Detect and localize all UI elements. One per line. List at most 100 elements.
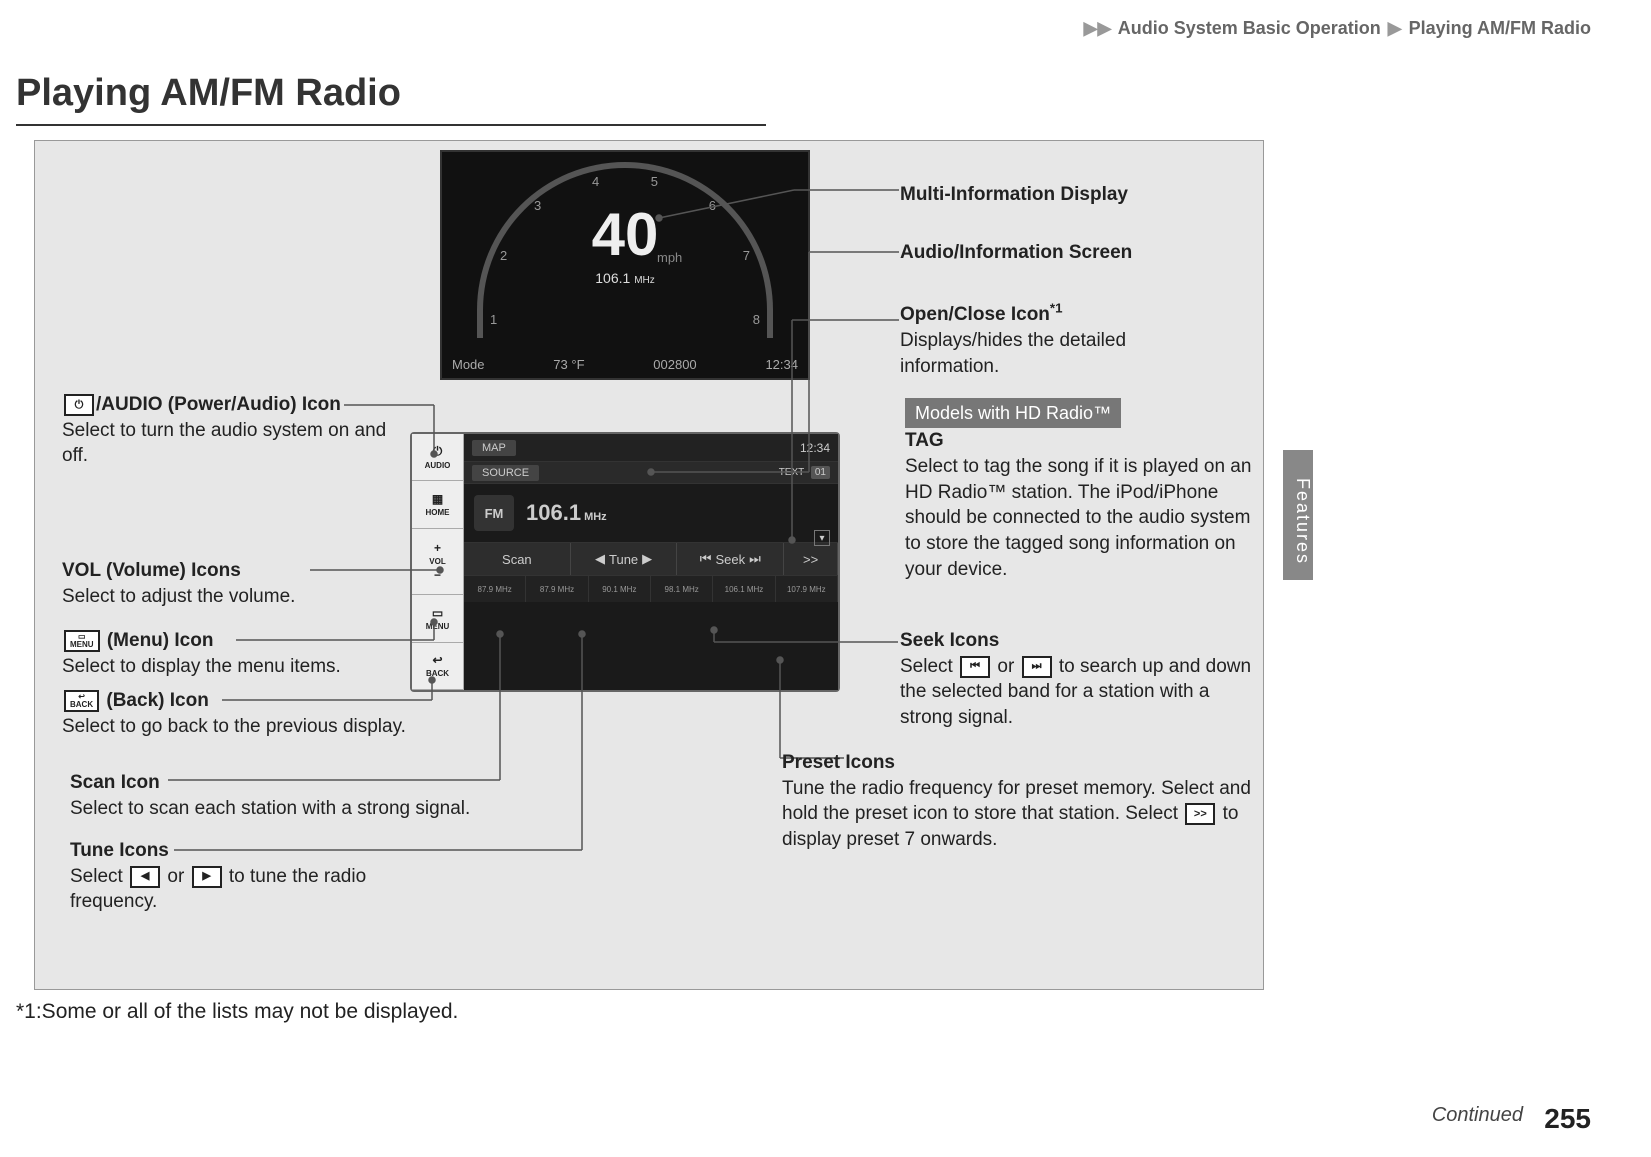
seek-next-icon-inline: ⏭ bbox=[1022, 656, 1052, 678]
gauge-tick: 5 bbox=[651, 174, 658, 189]
ais-label: Audio/Information Screen bbox=[900, 242, 1132, 263]
home-button[interactable]: ▦ HOME bbox=[412, 481, 463, 528]
callout-tag: Models with HD Radio™ TAG Select to tag … bbox=[905, 398, 1265, 582]
callout-mid-label: Multi-Information Display bbox=[900, 182, 1128, 208]
breadcrumb-sep2-icon: ▶ bbox=[1388, 18, 1402, 38]
back-button[interactable]: ↩ BACK bbox=[412, 643, 463, 690]
title-rule bbox=[16, 124, 766, 126]
seek-body-b: or bbox=[997, 656, 1019, 677]
open-close-sup: *1 bbox=[1050, 301, 1063, 316]
tune-prev-icon: ◀ bbox=[595, 551, 605, 567]
power-audio-button[interactable]: ⏻ AUDIO bbox=[412, 434, 463, 481]
preset-button[interactable]: 98.1 MHz bbox=[651, 576, 713, 602]
seek-prev-icon: ⏮ bbox=[700, 551, 712, 567]
power-icon: ⏻ bbox=[433, 444, 443, 459]
minus-icon: − bbox=[434, 568, 441, 582]
callout-seek: Seek Icons Select ⏮ or ⏭ to search up an… bbox=[900, 628, 1260, 731]
breadcrumb: ▶▶ Audio System Basic Operation ▶ Playin… bbox=[1082, 18, 1591, 39]
gauge-tick: 1 bbox=[490, 312, 497, 327]
preset-button[interactable]: 87.9 MHz bbox=[464, 576, 526, 602]
ais-touchscreen: MAP 12:34 SOURCE TEXT 01 FM 106.1MHz ▾ S… bbox=[464, 434, 838, 690]
multi-information-display: 1 2 3 4 5 6 7 8 40 mph 106.1 MHz Mode 73… bbox=[440, 150, 810, 380]
seek-title: Seek Icons bbox=[900, 630, 999, 651]
callout-menu: ▭MENU (Menu) Icon Select to display the … bbox=[62, 628, 402, 679]
preset-row: 87.9 MHz 87.9 MHz 90.1 MHz 98.1 MHz 106.… bbox=[464, 576, 838, 602]
tag-title: TAG bbox=[905, 430, 944, 451]
seek-next-icon: ⏭ bbox=[749, 551, 761, 567]
footnote: *1:Some or all of the lists may not be d… bbox=[16, 1000, 458, 1024]
back-icon-inline: ↩BACK bbox=[64, 690, 99, 712]
callout-back: ↩BACK (Back) Icon Select to go back to t… bbox=[62, 688, 462, 739]
audio-info-screen: ⏻ AUDIO ▦ HOME + VOL − ▭ MENU ↩ BACK MAP… bbox=[410, 432, 840, 692]
power-audio-title: /AUDIO (Power/Audio) Icon bbox=[96, 394, 341, 415]
home-label: HOME bbox=[426, 508, 450, 517]
menu-button[interactable]: ▭ MENU bbox=[412, 595, 463, 642]
mid-time: 12:34 bbox=[765, 357, 798, 372]
preset-body-a: Tune the radio frequency for preset memo… bbox=[782, 778, 1251, 825]
callout-scan: Scan Icon Select to scan each station wi… bbox=[70, 770, 530, 821]
callout-volume: VOL (Volume) Icons Select to adjust the … bbox=[62, 558, 382, 609]
preset-title: Preset Icons bbox=[782, 752, 895, 773]
mid-frequency: 106.1 MHz bbox=[442, 270, 808, 286]
tune-body-b: or bbox=[167, 866, 189, 887]
source-button[interactable]: SOURCE bbox=[472, 465, 539, 481]
text-off-label: TEXT bbox=[779, 467, 804, 478]
callout-power-audio: ⏻/AUDIO (Power/Audio) Icon Select to tur… bbox=[62, 392, 392, 469]
breadcrumb-b: Playing AM/FM Radio bbox=[1409, 18, 1591, 38]
mid-bottom-bar: Mode 73 °F 002800 12:34 bbox=[452, 357, 798, 372]
tag-body: Select to tag the song if it is played o… bbox=[905, 456, 1251, 580]
menu-title: (Menu) Icon bbox=[102, 630, 214, 651]
callout-tune: Tune Icons Select ◀ or ▶ to tune the rad… bbox=[70, 838, 430, 915]
breadcrumb-a: Audio System Basic Operation bbox=[1118, 18, 1381, 38]
mid-odo: 002800 bbox=[653, 357, 696, 372]
grid-icon: ▦ bbox=[432, 492, 443, 506]
open-close-icon[interactable]: ▾ bbox=[814, 530, 830, 546]
tune-body-a: Select bbox=[70, 866, 128, 887]
speed-unit: mph bbox=[657, 250, 682, 265]
chapter-tab: Features bbox=[1283, 450, 1313, 580]
back-title: (Back) Icon bbox=[101, 690, 209, 711]
ais-freq-value: 106.1 bbox=[526, 500, 581, 525]
mid-label: Multi-Information Display bbox=[900, 184, 1128, 205]
volume-buttons[interactable]: + VOL − bbox=[412, 529, 463, 595]
map-tab[interactable]: MAP bbox=[472, 440, 516, 456]
scan-body: Select to scan each station with a stron… bbox=[70, 798, 470, 819]
audio-label: AUDIO bbox=[425, 461, 451, 470]
menu-icon-inline: ▭MENU bbox=[64, 630, 100, 652]
vol-title: VOL (Volume) Icons bbox=[62, 560, 241, 581]
vol-body: Select to adjust the volume. bbox=[62, 586, 295, 607]
tune-next-icon: ▶ bbox=[642, 551, 652, 567]
tune-left-icon: ◀ bbox=[130, 866, 160, 888]
gauge-tick: 4 bbox=[592, 174, 599, 189]
callout-open-close: Open/Close Icon*1 Displays/hides the det… bbox=[900, 300, 1230, 379]
menu-body: Select to display the menu items. bbox=[62, 656, 341, 677]
scan-title: Scan Icon bbox=[70, 772, 160, 793]
back-label: BACK bbox=[426, 669, 449, 678]
back-icon-text: BACK bbox=[70, 701, 93, 709]
ais-time: 12:34 bbox=[800, 441, 830, 455]
ais-band-row: FM 106.1MHz bbox=[464, 484, 838, 542]
seek-body-a: Select bbox=[900, 656, 958, 677]
scan-button[interactable]: Scan bbox=[464, 543, 571, 575]
preset-button[interactable]: 87.9 MHz bbox=[526, 576, 588, 602]
mid-temp: 73 °F bbox=[553, 357, 584, 372]
menu-label: MENU bbox=[426, 622, 450, 631]
tune-buttons[interactable]: ◀ Tune ▶ bbox=[571, 543, 678, 575]
vol-label: VOL bbox=[429, 557, 445, 566]
back-icon: ↩ bbox=[432, 653, 442, 667]
speed-value: 40 bbox=[442, 200, 808, 269]
band-badge[interactable]: FM bbox=[474, 495, 514, 531]
power-audio-body: Select to turn the audio system on and o… bbox=[62, 420, 386, 467]
ais-source-row: SOURCE TEXT 01 bbox=[464, 462, 838, 484]
seek-buttons[interactable]: ⏮ Seek ⏭ bbox=[677, 543, 784, 575]
ais-topbar: MAP 12:34 bbox=[464, 434, 838, 462]
mid-freq-unit: MHz bbox=[634, 275, 655, 286]
preset-more-button[interactable]: >> bbox=[784, 543, 838, 575]
preset-button[interactable]: 90.1 MHz bbox=[589, 576, 651, 602]
preset-button[interactable]: 107.9 MHz bbox=[776, 576, 838, 602]
plus-icon: + bbox=[434, 541, 441, 555]
menu-icon: ▭ bbox=[432, 606, 443, 620]
hd-channel-badge: 01 bbox=[811, 466, 830, 479]
preset-button[interactable]: 106.1 MHz bbox=[713, 576, 775, 602]
ais-sidebar: ⏻ AUDIO ▦ HOME + VOL − ▭ MENU ↩ BACK bbox=[412, 434, 464, 690]
